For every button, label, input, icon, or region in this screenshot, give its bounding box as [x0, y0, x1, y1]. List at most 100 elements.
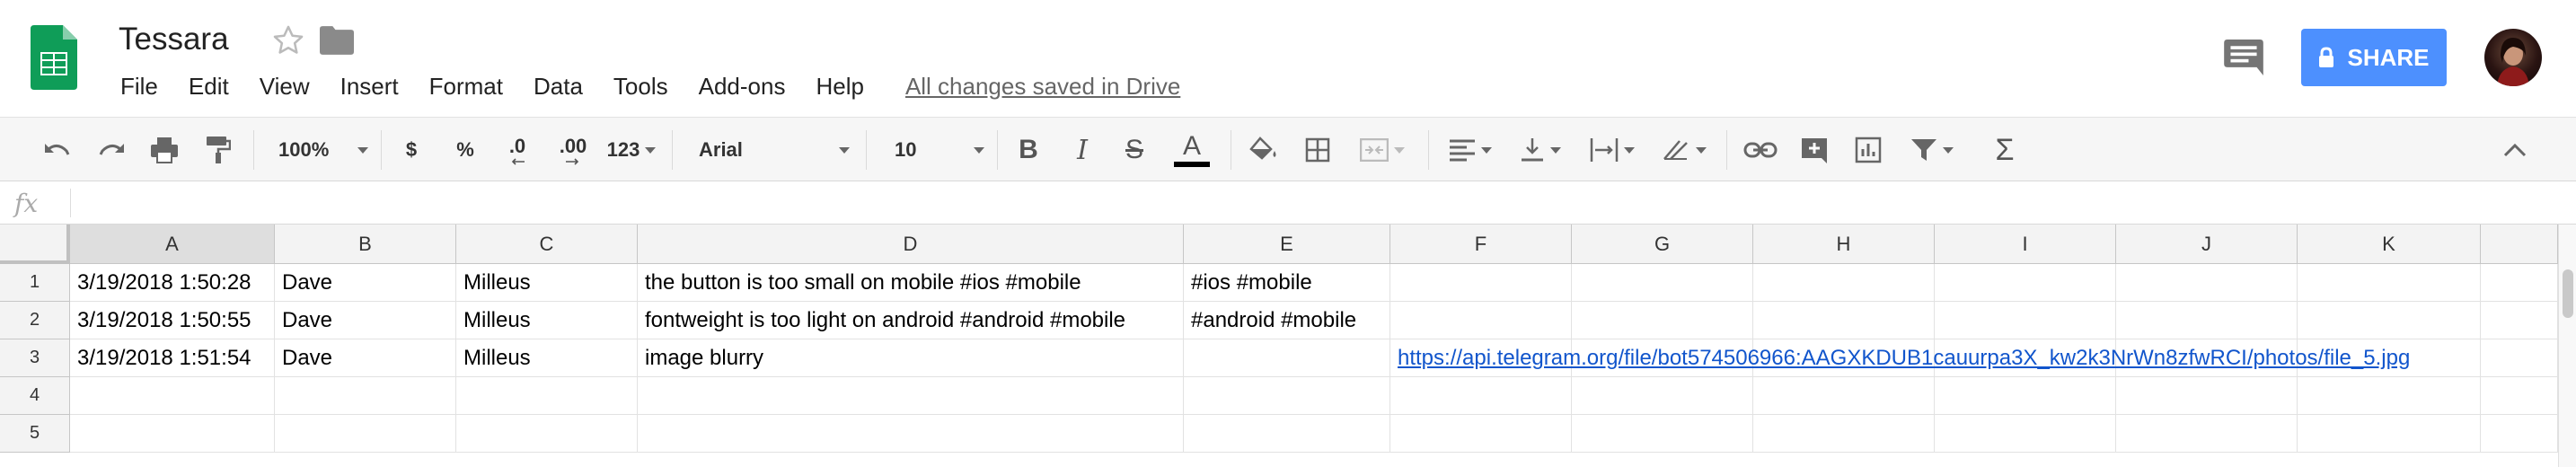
cell-overflow-2[interactable] — [2481, 302, 2558, 339]
menu-file[interactable]: File — [119, 71, 160, 102]
cell-a4[interactable] — [70, 377, 275, 415]
cell-i4[interactable] — [1935, 377, 2116, 415]
cell-d5[interactable] — [638, 415, 1184, 453]
cell-g5[interactable] — [1572, 415, 1753, 453]
text-color-button[interactable]: A — [1171, 118, 1213, 182]
undo-icon[interactable] — [36, 118, 77, 182]
cell-i1[interactable] — [1935, 264, 2116, 302]
cell-h1[interactable] — [1753, 264, 1935, 302]
column-header-d[interactable]: D — [638, 225, 1184, 264]
cell-h4[interactable] — [1753, 377, 1935, 415]
menu-data[interactable]: Data — [532, 71, 585, 102]
cell-f3[interactable]: https://api.telegram.org/file/bot5745069… — [1390, 339, 2410, 377]
cell-e1[interactable]: #ios #mobile — [1184, 264, 1390, 302]
borders-icon[interactable] — [1297, 118, 1338, 182]
cell-j1[interactable] — [2116, 264, 2298, 302]
zoom-select[interactable]: 100% — [269, 118, 368, 182]
column-header-b[interactable]: B — [275, 225, 456, 264]
cell-j4[interactable] — [2116, 377, 2298, 415]
menu-help[interactable]: Help — [814, 71, 865, 102]
text-rotation-icon[interactable] — [1654, 118, 1714, 182]
fill-color-icon[interactable] — [1243, 118, 1284, 182]
column-header-k[interactable]: K — [2298, 225, 2481, 264]
cell-b5[interactable] — [275, 415, 456, 453]
cell-c4[interactable] — [456, 377, 638, 415]
cell-d1[interactable]: the button is too small on mobile #ios #… — [638, 264, 1184, 302]
font-family-select[interactable]: Arial — [688, 118, 850, 182]
cell-k1[interactable] — [2298, 264, 2481, 302]
column-header-c[interactable]: C — [456, 225, 638, 264]
text-wrapping-icon[interactable] — [1583, 118, 1642, 182]
cell-f1[interactable] — [1390, 264, 1572, 302]
share-button[interactable]: SHARE — [2301, 29, 2447, 86]
cell-c1[interactable]: Milleus — [456, 264, 638, 302]
merge-cells-icon[interactable] — [1353, 118, 1412, 182]
collapse-toolbar-chevron-up-icon[interactable] — [2495, 118, 2535, 182]
cell-b3[interactable]: Dave — [275, 339, 456, 377]
paint-format-icon[interactable] — [198, 118, 239, 182]
functions-button[interactable]: Σ — [1983, 118, 2026, 182]
column-header-i[interactable]: I — [1935, 225, 2116, 264]
cell-a1[interactable]: 3/19/2018 1:50:28 — [70, 264, 275, 302]
row-header-4[interactable]: 4 — [0, 377, 70, 415]
percent-format-button[interactable]: % — [446, 118, 485, 182]
folder-icon[interactable] — [320, 25, 354, 56]
cell-d2[interactable]: fontweight is too light on android #andr… — [638, 302, 1184, 339]
cell-c5[interactable] — [456, 415, 638, 453]
italic-button[interactable]: I — [1062, 118, 1103, 182]
formula-input[interactable] — [83, 187, 2544, 219]
cell-e2[interactable]: #android #mobile — [1184, 302, 1390, 339]
row-header-2[interactable]: 2 — [0, 302, 70, 339]
font-size-select[interactable]: 10 — [882, 118, 984, 182]
cell-c2[interactable]: Milleus — [456, 302, 638, 339]
decrease-decimal-button[interactable]: .0 — [498, 118, 537, 182]
vertical-scrollbar[interactable] — [2558, 225, 2576, 467]
select-all-corner[interactable] — [0, 225, 70, 264]
scrollbar-thumb[interactable] — [2563, 269, 2573, 318]
column-header-g[interactable]: G — [1572, 225, 1753, 264]
cell-k2[interactable] — [2298, 302, 2481, 339]
cell-e4[interactable] — [1184, 377, 1390, 415]
horizontal-align-icon[interactable] — [1441, 118, 1500, 182]
cell-d3[interactable]: image blurry — [638, 339, 1184, 377]
cell-j2[interactable] — [2116, 302, 2298, 339]
cell-k5[interactable] — [2298, 415, 2481, 453]
cell-k4[interactable] — [2298, 377, 2481, 415]
cell-h5[interactable] — [1753, 415, 1935, 453]
column-header-j[interactable]: J — [2116, 225, 2298, 264]
save-status-link[interactable]: All changes saved in Drive — [905, 73, 1180, 101]
document-title[interactable]: Tessara — [119, 22, 229, 57]
cell-e5[interactable] — [1184, 415, 1390, 453]
strikethrough-button[interactable]: S — [1114, 118, 1155, 182]
insert-comment-icon[interactable] — [1793, 118, 1836, 182]
redo-icon[interactable] — [92, 118, 133, 182]
cell-a3[interactable]: 3/19/2018 1:51:54 — [70, 339, 275, 377]
cell-j5[interactable] — [2116, 415, 2298, 453]
cell-g2[interactable] — [1572, 302, 1753, 339]
insert-link-icon[interactable] — [1739, 118, 1782, 182]
menu-format[interactable]: Format — [428, 71, 505, 102]
insert-chart-icon[interactable] — [1847, 118, 1890, 182]
increase-decimal-button[interactable]: .00 — [550, 118, 596, 182]
row-header-1[interactable]: 1 — [0, 264, 70, 302]
row-header-3[interactable]: 3 — [0, 339, 70, 377]
cell-i2[interactable] — [1935, 302, 2116, 339]
cell-overflow-4[interactable] — [2481, 377, 2558, 415]
cell-c3[interactable]: Milleus — [456, 339, 638, 377]
bold-button[interactable]: B — [1008, 118, 1049, 182]
cell-overflow-1[interactable] — [2481, 264, 2558, 302]
currency-format-button[interactable]: $ — [393, 118, 429, 182]
cell-g4[interactable] — [1572, 377, 1753, 415]
more-formats-button[interactable]: 123 — [602, 118, 661, 182]
cell-a5[interactable] — [70, 415, 275, 453]
cell-g1[interactable] — [1572, 264, 1753, 302]
menu-edit[interactable]: Edit — [187, 71, 231, 102]
row-header-5[interactable]: 5 — [0, 415, 70, 453]
column-header-f[interactable]: F — [1390, 225, 1572, 264]
cell-i5[interactable] — [1935, 415, 2116, 453]
comments-icon[interactable] — [2224, 40, 2263, 75]
cell-f5[interactable] — [1390, 415, 1572, 453]
avatar[interactable] — [2484, 29, 2542, 86]
cell-b4[interactable] — [275, 377, 456, 415]
column-header-e[interactable]: E — [1184, 225, 1390, 264]
